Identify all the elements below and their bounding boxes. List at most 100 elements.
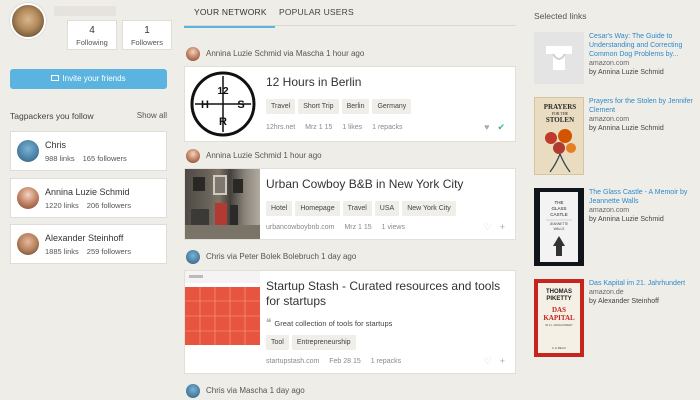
- card-actions: ♡ +: [476, 356, 505, 367]
- tag-chip[interactable]: USA: [374, 201, 400, 216]
- followers-count: 1: [144, 25, 150, 36]
- feed-byline: Chris via Peter Bolek Bolebruch 1 day ag…: [186, 250, 356, 264]
- selected-link-title[interactable]: Das Kapital im 21. Jahrhundert: [589, 280, 685, 287]
- tagpackers-heading: Tagpackers you follow: [10, 111, 94, 121]
- link-title[interactable]: Urban Cowboy B&B in New York City: [266, 177, 511, 192]
- selected-link-title[interactable]: Prayers for the Stolen by Jennifer Cleme…: [589, 98, 693, 114]
- user-avatar[interactable]: [10, 3, 46, 39]
- link-domain[interactable]: urbancowboybnb.com: [266, 224, 335, 231]
- tagpacker-name[interactable]: Annina Luzie Schmid: [45, 187, 130, 197]
- link-domain[interactable]: 12hrs.net: [266, 124, 295, 131]
- followers-stat[interactable]: 1 Followers: [122, 20, 172, 50]
- byline-text: Annina Luzie Schmid via Mascha 1 hour ag…: [206, 49, 365, 59]
- tagpacker-name[interactable]: Chris: [45, 140, 66, 150]
- links-count: 1885 links: [45, 247, 79, 256]
- link-domain[interactable]: startupstash.com: [266, 358, 319, 365]
- tag-chip[interactable]: Short Trip: [298, 99, 339, 114]
- view-count: 1 views: [381, 224, 405, 231]
- logo-right-text: S: [237, 99, 244, 111]
- tagpacker-stats: 1220 links 206 followers: [45, 201, 139, 210]
- tag-chip[interactable]: Travel: [266, 99, 296, 114]
- like-count: 1 likes: [342, 124, 363, 131]
- invite-label: Invite your friends: [62, 74, 126, 83]
- links-count: 988 links: [45, 154, 75, 163]
- card-actions: ♥ ✔: [476, 122, 505, 133]
- selected-link-text: Cesar's Way: The Guide to Understanding …: [589, 32, 693, 77]
- cover-author-line: JEANNETTE: [550, 222, 569, 226]
- selected-link-source: amazon.de: [589, 289, 624, 296]
- followers-label: Followers: [130, 38, 164, 47]
- link-date: Feb 28 15: [329, 358, 361, 365]
- link-thumbnail[interactable]: [185, 271, 260, 373]
- glass-castle-cover-art: THE GLASS CASTLE JEANNETTE WALLS: [540, 192, 578, 262]
- link-thumbnail[interactable]: 12 H S R: [185, 67, 260, 141]
- plus-icon[interactable]: +: [500, 222, 505, 232]
- link-card[interactable]: 12 H S R 12 Hours in Berlin Travel Short…: [184, 66, 516, 142]
- tagpacker-name[interactable]: Alexander Steinhoff: [45, 233, 123, 243]
- selected-link-source: amazon.com: [589, 60, 630, 67]
- book-cover[interactable]: THOMAS PIKETTY DAS KAPITAL IM 21. JAHRHU…: [534, 279, 584, 357]
- link-thumbnail[interactable]: [185, 169, 260, 239]
- selected-link-source: amazon.com: [589, 207, 630, 214]
- heart-outline-icon[interactable]: ♡: [484, 222, 492, 232]
- invite-friends-button[interactable]: Invite your friends: [10, 69, 167, 89]
- following-count: 4: [89, 25, 95, 36]
- link-meta: startupstash.com Feb 28 15 1 repacks: [266, 358, 409, 365]
- das-kapital-cover-art: THOMAS PIKETTY DAS KAPITAL IM 21. JAHRHU…: [538, 283, 580, 353]
- tab-popular-users[interactable]: POPULAR USERS: [279, 7, 354, 17]
- check-icon[interactable]: ✔: [497, 122, 505, 132]
- tag-chip[interactable]: Tool: [266, 335, 289, 350]
- following-stat[interactable]: 4 Following: [67, 20, 117, 50]
- tagpacker-stats: 988 links 165 followers: [45, 154, 135, 163]
- selected-link-author: by Alexander Steinhoff: [589, 298, 659, 305]
- tag-chip[interactable]: Homepage: [295, 201, 340, 216]
- link-card[interactable]: Startup Stash - Curated resources and to…: [184, 270, 516, 374]
- tag-chip[interactable]: New York City: [402, 201, 456, 216]
- tagpacker-card[interactable]: Alexander Steinhoff 1885 links 259 follow…: [10, 224, 167, 264]
- selected-link-title[interactable]: The Glass Castle - A Memoir by Jeannette…: [589, 189, 687, 205]
- book-cover[interactable]: PRAYERS FOR THE STOLEN: [534, 97, 584, 175]
- repack-count: 1 repacks: [372, 124, 403, 131]
- tagpackers-header: Tagpackers you follow Show all: [10, 111, 167, 121]
- link-card[interactable]: Urban Cowboy B&B in New York City Hotel …: [184, 168, 516, 240]
- prayers-cover-art: PRAYERS FOR THE STOLEN: [544, 103, 576, 173]
- avatar[interactable]: [186, 47, 200, 61]
- tagpacker-card[interactable]: Annina Luzie Schmid 1220 links 206 follow…: [10, 178, 167, 218]
- followers-count: 259 followers: [86, 247, 131, 256]
- cover-publisher-line: C.H.BECK: [552, 346, 566, 350]
- avatar[interactable]: [186, 149, 200, 163]
- show-all-link[interactable]: Show all: [137, 111, 167, 120]
- tab-your-network[interactable]: YOUR NETWORK: [184, 7, 275, 28]
- link-title[interactable]: Startup Stash - Curated resources and to…: [266, 279, 511, 309]
- cover-title-line: THE: [555, 200, 564, 205]
- tag-chip[interactable]: Hotel: [266, 201, 293, 216]
- berlin-clock-logo: 12 H S R: [190, 71, 256, 137]
- link-comment: ❝ Great collection of tools for startups: [266, 318, 392, 329]
- plus-icon[interactable]: +: [500, 356, 505, 366]
- link-title[interactable]: 12 Hours in Berlin: [266, 75, 511, 90]
- tag-chip[interactable]: Berlin: [341, 99, 370, 114]
- avatar: [17, 140, 39, 162]
- heart-icon[interactable]: ♥: [484, 122, 489, 132]
- selected-link-text: Prayers for the Stolen by Jennifer Cleme…: [589, 97, 693, 133]
- links-count: 1220 links: [45, 201, 79, 210]
- comment-text: Great collection of tools for startups: [274, 319, 393, 328]
- selected-link-title[interactable]: Cesar's Way: The Guide to Understanding …: [589, 33, 682, 58]
- book-cover[interactable]: THE GLASS CASTLE JEANNETTE WALLS: [534, 188, 584, 266]
- tag-chip[interactable]: Entrepreneurship: [291, 335, 356, 350]
- mail-icon: [51, 74, 60, 81]
- tag-chip[interactable]: Germany: [372, 99, 412, 114]
- followers-count: 206 followers: [86, 201, 131, 210]
- tagpacker-card[interactable]: Chris 988 links 165 followers: [10, 131, 167, 171]
- byline-text: Chris via Peter Bolek Bolebruch 1 day ag…: [206, 252, 357, 262]
- link-thumbnail[interactable]: [534, 32, 584, 84]
- selected-link-source: amazon.com: [589, 116, 630, 123]
- tag-chip[interactable]: Travel: [342, 201, 372, 216]
- avatar[interactable]: [186, 250, 200, 264]
- tag-list: Travel Short Trip Berlin Germany: [266, 99, 412, 114]
- selected-link-text: The Glass Castle - A Memoir by Jeannette…: [589, 188, 693, 224]
- heart-outline-icon[interactable]: ♡: [484, 356, 492, 366]
- selected-link-author: by Annina Luzie Schmid: [589, 69, 664, 76]
- left-sidebar: 4 Following 1 Followers Invite your frie…: [10, 0, 172, 264]
- avatar[interactable]: [186, 384, 200, 398]
